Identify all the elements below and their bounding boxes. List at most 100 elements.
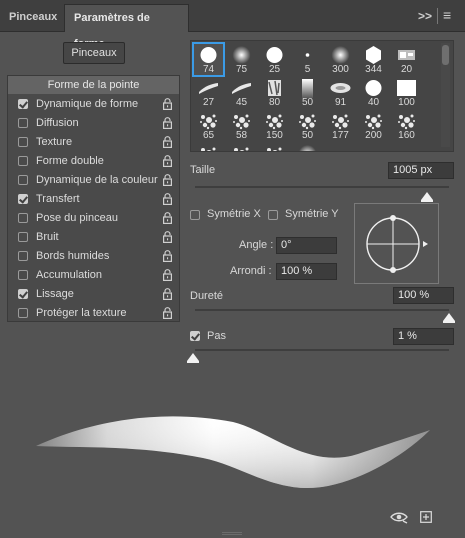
soft-round-icon [299, 145, 316, 151]
brush-tip-preset[interactable]: 91 [325, 76, 356, 109]
brush-option-checkbox[interactable] [18, 118, 28, 128]
angle-dial-icon[interactable] [355, 204, 440, 285]
new-brush-icon[interactable] [420, 511, 432, 523]
brush-tip-preset[interactable]: 80 [259, 76, 290, 109]
brush-option-row[interactable]: Forme double [8, 152, 179, 171]
brush-tip-shape-item[interactable]: Forme de la pointe [8, 76, 179, 94]
lock-icon[interactable] [163, 98, 172, 110]
brush-option-row[interactable]: Bords humides [8, 247, 179, 266]
brush-tip-size: 100 [398, 97, 415, 108]
lock-icon[interactable] [163, 155, 172, 167]
brush-tip-preset[interactable]: 50 [292, 109, 323, 142]
brush-option-checkbox[interactable] [18, 270, 28, 280]
brush-option-checkbox[interactable] [18, 308, 28, 318]
brush-tip-preset[interactable]: 74 [192, 42, 225, 77]
brush-option-checkbox[interactable] [18, 289, 28, 299]
brush-tip-preset[interactable] [193, 142, 224, 151]
lock-icon[interactable] [163, 136, 172, 148]
tab-parametres-de-forme[interactable]: Paramètres de forme [64, 4, 189, 50]
brush-option-row[interactable]: Transfert [8, 190, 179, 209]
brushes-panel-button[interactable]: Pinceaux [63, 42, 125, 64]
lock-icon[interactable] [163, 231, 172, 243]
grunge-icon [268, 80, 281, 96]
brush-tip-preset[interactable]: 50 [292, 76, 323, 109]
angle-roundness-widget[interactable] [354, 203, 439, 284]
brush-tip-preset[interactable] [292, 142, 323, 151]
hardness-slider-thumb[interactable] [443, 313, 455, 323]
spatter-icon [200, 114, 217, 130]
brush-option-row[interactable]: Pose du pinceau [8, 209, 179, 228]
brush-option-row[interactable]: Texture [8, 133, 179, 152]
toggle-preview-eye-icon[interactable] [389, 510, 409, 524]
brush-tip-preset[interactable]: 25 [259, 43, 290, 76]
hardness-slider-track[interactable] [195, 309, 449, 311]
brush-option-row[interactable]: Diffusion [8, 114, 179, 133]
brush-tip-preset[interactable]: 150 [259, 109, 290, 142]
angle-field[interactable]: 0° [276, 237, 337, 254]
brush-tip-preset[interactable]: 75 [226, 43, 257, 76]
brush-option-row[interactable]: Dynamique de la couleur [8, 171, 179, 190]
brush-tip-preset[interactable]: 300 [325, 43, 356, 76]
tab-pinceaux[interactable]: Pinceaux [0, 4, 63, 32]
brush-option-checkbox[interactable] [18, 232, 28, 242]
roundness-field[interactable]: 100 % [276, 263, 337, 280]
brush-option-row[interactable]: Accumulation [8, 266, 179, 285]
expand-panel-icon[interactable]: >> [418, 9, 432, 23]
spacing-slider-track[interactable] [195, 349, 449, 351]
brush-tip-size: 50 [301, 97, 314, 108]
brush-tip-preset[interactable]: 5 [292, 43, 323, 76]
flip-x-checkbox[interactable] [190, 210, 200, 220]
size-field[interactable]: 1005 px [388, 162, 454, 179]
brush-option-row[interactable]: Dynamique de forme [8, 95, 179, 114]
hardness-field[interactable]: 100 % [393, 287, 454, 304]
brush-option-row[interactable]: Lissage [8, 285, 179, 304]
brush-tip-preset[interactable]: 177 [325, 109, 356, 142]
size-slider-track[interactable] [195, 186, 449, 188]
brush-grid-scroll-thumb[interactable] [442, 45, 449, 65]
flip-y-checkbox[interactable] [268, 210, 278, 220]
brush-option-checkbox[interactable] [18, 156, 28, 166]
panel-resize-grip[interactable] [222, 532, 242, 535]
brush-tip-preset[interactable] [259, 142, 290, 151]
spatter-icon [332, 114, 349, 130]
brush-option-checkbox[interactable] [18, 213, 28, 223]
lock-icon[interactable] [163, 250, 172, 262]
brush-tip-preset[interactable]: 58 [226, 109, 257, 142]
brush-tip-preset[interactable]: 27 [193, 76, 224, 109]
brush-option-checkbox[interactable] [18, 175, 28, 185]
stamp-icon [398, 50, 415, 60]
brush-option-checkbox[interactable] [18, 194, 28, 204]
size-slider-thumb[interactable] [421, 192, 433, 202]
brush-option-label: Pose du pinceau [36, 212, 118, 224]
hexagon-icon [366, 46, 381, 64]
lock-icon[interactable] [163, 117, 172, 129]
brush-option-checkbox[interactable] [18, 251, 28, 261]
brush-tip-size: 344 [365, 64, 382, 75]
spacing-checkbox[interactable] [190, 331, 200, 341]
lock-icon[interactable] [163, 174, 172, 186]
brush-tip-preset[interactable]: 160 [391, 109, 422, 142]
lock-icon[interactable] [163, 212, 172, 224]
brush-tip-preset[interactable]: 65 [193, 109, 224, 142]
brush-option-checkbox[interactable] [18, 99, 28, 109]
brush-tip-preset[interactable]: 45 [226, 76, 257, 109]
brush-tip-preset[interactable]: 200 [358, 109, 389, 142]
brush-tip-preset[interactable]: 40 [358, 76, 389, 109]
hard-round-icon [266, 47, 283, 63]
lock-icon[interactable] [163, 193, 172, 205]
panel-menu-icon[interactable]: ≡ [443, 7, 451, 23]
brush-tip-preset[interactable]: 100 [391, 76, 422, 109]
brush-option-checkbox[interactable] [18, 137, 28, 147]
brush-option-row[interactable]: Bruit [8, 228, 179, 247]
lock-icon[interactable] [163, 269, 172, 281]
brush-tip-size: 300 [332, 64, 349, 75]
spacing-slider-thumb[interactable] [187, 353, 199, 363]
brush-tip-preset[interactable]: 344 [358, 43, 389, 76]
brush-tip-preset[interactable] [226, 142, 257, 151]
roundness-label: Arrondi : [230, 265, 272, 277]
lock-icon[interactable] [163, 307, 172, 319]
brush-tip-preset[interactable]: 20 [391, 43, 422, 76]
lock-icon[interactable] [163, 288, 172, 300]
brush-option-row[interactable]: Protéger la texture [8, 304, 179, 323]
spacing-field[interactable]: 1 % [393, 328, 454, 345]
